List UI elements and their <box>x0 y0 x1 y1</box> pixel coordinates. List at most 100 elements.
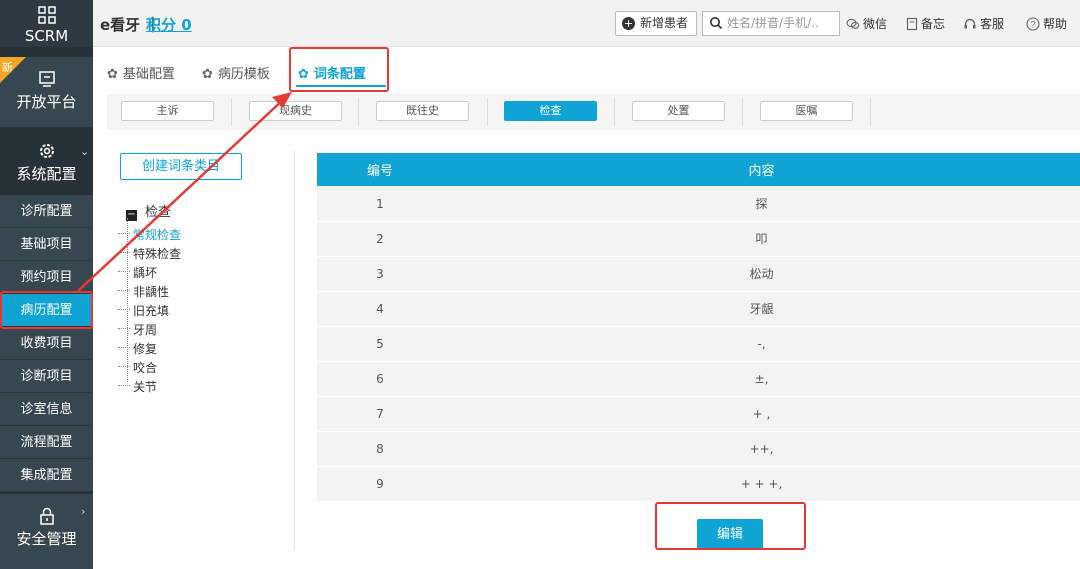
table-row: 4 牙龈 <box>317 290 1080 326</box>
table-row: 5 -, <box>317 325 1080 361</box>
cell-number: 9 <box>317 465 443 501</box>
subtab-doctor-advice[interactable]: 医嘱 <box>760 101 853 121</box>
sidebar-item-room-info[interactable]: 诊室信息 <box>0 393 93 426</box>
search-icon <box>710 17 723 30</box>
column-header-content: 内容 <box>748 163 775 179</box>
new-patient-label: 新增患者 <box>640 16 689 30</box>
points-link[interactable]: 积分 0 <box>146 14 192 35</box>
sidebar-open-platform-label: 开放平台 <box>16 93 77 111</box>
subtab-past-history[interactable]: 既往史 <box>376 101 469 121</box>
sidebar-item-appointment-items[interactable]: 预约项目 <box>0 261 93 294</box>
subtab-present-illness[interactable]: 现病史 <box>249 101 342 121</box>
chevron-right-icon: › <box>81 505 86 518</box>
cell-content: + , <box>443 395 1080 431</box>
table-row: 8 ++, <box>317 430 1080 466</box>
tree-node[interactable]: 常规检查 <box>118 226 181 243</box>
subtab-treatment[interactable]: 处置 <box>632 101 725 121</box>
tab-record-template-label: 病历模板 <box>217 67 270 82</box>
sidebar-item-integration-config[interactable]: 集成配置 <box>0 459 93 492</box>
tree-node[interactable]: 修复 <box>118 340 157 357</box>
panel-divider <box>294 150 295 550</box>
cell-number: 1 <box>317 185 443 221</box>
cell-number: 6 <box>317 360 443 396</box>
table-row: 7 + , <box>317 395 1080 431</box>
divider <box>742 98 743 126</box>
cell-content: 探 <box>443 185 1080 221</box>
plus-icon: + <box>622 17 635 30</box>
tree-node[interactable]: 咬合 <box>118 359 157 376</box>
tab-basic-config[interactable]: ✿ 基础配置 <box>107 63 175 82</box>
customer-service-label: 客服 <box>980 17 1005 31</box>
patient-search-input[interactable]: 姓名/拼音/手机/.. <box>702 11 840 36</box>
grid-icon <box>37 6 56 24</box>
help-icon: ? <box>1026 17 1040 31</box>
tree-node[interactable]: 特殊检查 <box>118 245 181 262</box>
tree-node[interactable]: 牙周 <box>118 321 157 338</box>
new-badge-label: 新 <box>2 61 13 74</box>
divider <box>487 98 488 126</box>
annotation-highlight-edit <box>655 502 806 550</box>
new-patient-button[interactable]: + 新增患者 <box>615 11 697 36</box>
table-row: 1探 <box>317 185 1080 221</box>
sidebar-security-label: 安全管理 <box>16 530 77 548</box>
annotation-highlight-tab <box>289 47 389 92</box>
table-row: 9 + + +, <box>317 465 1080 501</box>
table-row: 6 ±, <box>317 360 1080 396</box>
sidebar-item-charge-items[interactable]: 收费项目 <box>0 327 93 360</box>
tree-root[interactable]: − 检查 <box>126 201 171 221</box>
memo-label: 备忘 <box>921 17 946 31</box>
sidebar-scrm[interactable]: SCRM <box>0 0 93 47</box>
subtab-examination[interactable]: 检查 <box>504 101 597 121</box>
svg-text:?: ? <box>1030 20 1035 30</box>
cell-number: 4 <box>317 290 443 326</box>
help-link[interactable]: ? 帮助 <box>1026 15 1067 32</box>
create-category-button[interactable]: 创建词条类目 <box>120 153 242 180</box>
table-row: 2叩 <box>317 220 1080 256</box>
tree-root-label: 检查 <box>145 205 172 220</box>
tree-node[interactable]: 关节 <box>118 378 157 395</box>
sidebar-system-config[interactable]: 系统配置 <box>0 135 93 190</box>
tree-node[interactable]: 龋坏 <box>118 264 157 281</box>
cell-content: ±, <box>443 360 1080 396</box>
headset-icon <box>964 18 976 29</box>
cell-number: 8 <box>317 430 443 466</box>
divider <box>231 98 232 126</box>
cell-number: 5 <box>317 325 443 361</box>
sidebar-item-clinic-config[interactable]: 诊所配置 <box>0 195 93 228</box>
memo-icon <box>906 17 918 31</box>
cell-number: 3 <box>317 255 443 291</box>
cell-number: 7 <box>317 395 443 431</box>
cell-content: ++, <box>443 430 1080 466</box>
monitor-icon <box>38 71 55 87</box>
subtab-chief-complaint[interactable]: 主诉 <box>121 101 214 121</box>
sidebar-item-diagnosis-items[interactable]: 诊断项目 <box>0 360 93 393</box>
wechat-icon <box>846 18 860 29</box>
cell-content: 叩 <box>443 220 1080 256</box>
table-row: 3 松动 <box>317 255 1080 291</box>
sidebar-system-config-label: 系统配置 <box>16 165 77 183</box>
cell-number: 2 <box>317 220 443 256</box>
divider <box>358 98 359 126</box>
divider <box>870 98 871 126</box>
gear-icon <box>39 144 54 158</box>
tree-node[interactable]: 非龋性 <box>118 283 169 300</box>
annotation-highlight-sidebar <box>0 291 93 329</box>
tab-record-template[interactable]: ✿ 病历模板 <box>202 63 270 82</box>
column-header-number: 编号 <box>366 163 393 179</box>
chevron-down-icon: ⌄ <box>80 145 90 158</box>
sidebar-item-process-config[interactable]: 流程配置 <box>0 426 93 459</box>
gear-icon: ✿ <box>202 67 213 82</box>
wechat-link[interactable]: 微信 <box>846 15 887 32</box>
tree-node[interactable]: 旧充填 <box>118 302 169 319</box>
wechat-label: 微信 <box>863 17 888 31</box>
customer-service-link[interactable]: 客服 <box>963 15 1004 32</box>
tab-basic-config-label: 基础配置 <box>122 67 175 82</box>
gear-icon: ✿ <box>107 67 118 82</box>
sidebar-security[interactable]: 安全管理 <box>0 494 93 569</box>
term-table: 编号 内容 1 探 2 叩 3 松动 4 牙龈 5 -, 6 ±, 7 + , 8 ++, 9 + + +, <box>317 153 1080 501</box>
cell-content: 松动 <box>443 255 1080 291</box>
top-bar: e看牙 ｜ 积分 0 + 新增患者 姓名/拼音/手机/.. 微信 备忘 客服 ?… <box>93 0 1080 47</box>
memo-link[interactable]: 备忘 <box>906 15 945 32</box>
help-label: 帮助 <box>1043 17 1068 31</box>
sidebar-item-basic-items[interactable]: 基础项目 <box>0 228 93 261</box>
